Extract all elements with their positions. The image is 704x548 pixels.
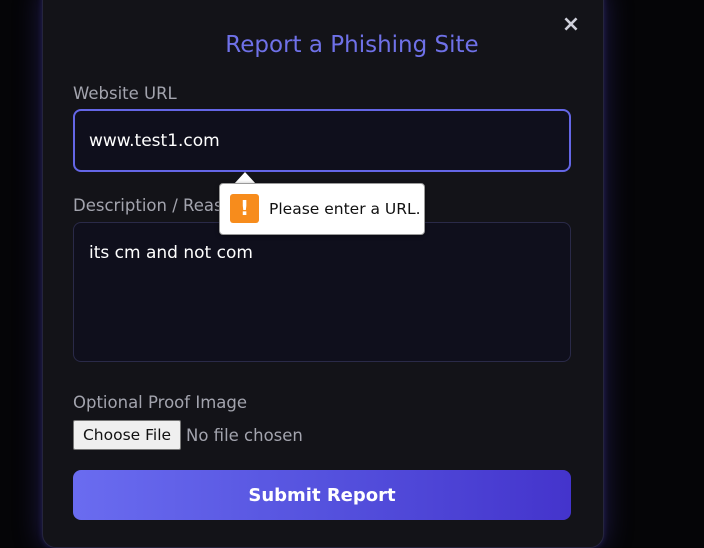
modal-title: Report a Phishing Site bbox=[225, 32, 479, 58]
description-textarea[interactable]: its cm and not com bbox=[73, 222, 571, 362]
file-status-text: No file chosen bbox=[186, 426, 303, 445]
choose-file-button[interactable]: Choose File bbox=[73, 420, 181, 450]
validation-message: Please enter a URL. bbox=[269, 200, 421, 218]
proof-image-label: Optional Proof Image bbox=[73, 393, 248, 412]
validation-tooltip: ! Please enter a URL. bbox=[219, 183, 425, 235]
description-label: Description / Reason bbox=[73, 196, 244, 215]
submit-report-button[interactable]: Submit Report bbox=[73, 470, 571, 520]
url-label: Website URL bbox=[73, 84, 177, 103]
warning-icon: ! bbox=[230, 194, 259, 223]
url-input[interactable] bbox=[73, 109, 571, 172]
